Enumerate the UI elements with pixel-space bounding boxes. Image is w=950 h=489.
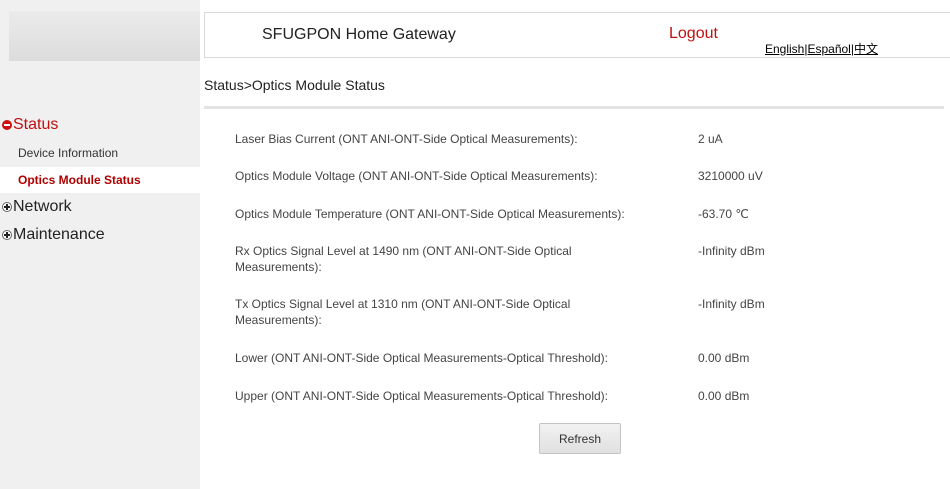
gateway-title: SFUGPON Home Gateway bbox=[262, 26, 456, 43]
language-chinese-link[interactable]: 中文 bbox=[854, 42, 878, 56]
language-english-link[interactable]: English bbox=[765, 42, 804, 56]
sidebar-group-label: Status bbox=[13, 116, 59, 133]
row-label-rx-signal-level: Rx Optics Signal Level at 1490 nm (ONT A… bbox=[235, 244, 572, 274]
breadcrumb: Status>Optics Module Status bbox=[204, 77, 385, 93]
row-value-rx-signal-level: -Infinity dBm bbox=[698, 244, 765, 258]
row-label-module-temperature: Optics Module Temperature (ONT ANI-ONT-S… bbox=[235, 207, 625, 221]
plus-box-icon bbox=[2, 202, 12, 212]
sidebar-logo-area bbox=[9, 11, 200, 61]
sidebar-item-label: Device Information bbox=[18, 146, 119, 160]
sidebar-group-maintenance[interactable]: Maintenance bbox=[0, 226, 200, 244]
row-label-lower-threshold: Lower (ONT ANI-ONT-Side Optical Measurem… bbox=[235, 351, 609, 365]
sidebar: Status Device Information Optics Module … bbox=[0, 0, 200, 489]
logout-link[interactable]: Logout bbox=[669, 25, 718, 43]
minus-circle-icon bbox=[2, 120, 12, 130]
sidebar-item-label: Optics Module Status bbox=[18, 173, 141, 187]
sidebar-item-optics-module-status[interactable]: Optics Module Status bbox=[0, 167, 200, 193]
refresh-button[interactable]: Refresh bbox=[539, 423, 621, 454]
sidebar-group-label: Network bbox=[13, 198, 72, 215]
sidebar-item-device-information[interactable]: Device Information bbox=[0, 140, 200, 166]
plus-box-icon bbox=[2, 230, 12, 240]
row-value-upper-threshold: 0.00 dBm bbox=[698, 389, 750, 403]
row-value-module-temperature: -63.70 ℃ bbox=[698, 207, 749, 221]
row-value-module-voltage: 3210000 uV bbox=[698, 169, 763, 183]
row-value-tx-signal-level: -Infinity dBm bbox=[698, 297, 765, 311]
row-label-laser-bias-current: Laser Bias Current (ONT ANI-ONT-Side Opt… bbox=[235, 132, 578, 146]
row-label-upper-threshold: Upper (ONT ANI-ONT-Side Optical Measurem… bbox=[235, 389, 609, 403]
row-label-tx-signal-level: Tx Optics Signal Level at 1310 nm (ONT A… bbox=[235, 297, 571, 327]
row-value-lower-threshold: 0.00 dBm bbox=[698, 351, 750, 365]
header: SFUGPON Home Gateway Logout English|Espa… bbox=[204, 12, 950, 58]
row-label-module-voltage: Optics Module Voltage (ONT ANI-ONT-Side … bbox=[235, 169, 598, 183]
divider bbox=[204, 106, 944, 109]
language-selector: English|Español|中文 bbox=[765, 40, 878, 57]
sidebar-group-network[interactable]: Network bbox=[0, 198, 200, 216]
language-espanol-link[interactable]: Español bbox=[807, 42, 850, 56]
page: Status Device Information Optics Module … bbox=[0, 0, 950, 489]
row-value-laser-bias-current: 2 uA bbox=[698, 132, 723, 146]
sidebar-group-status[interactable]: Status bbox=[0, 116, 200, 134]
sidebar-group-label: Maintenance bbox=[13, 226, 105, 243]
